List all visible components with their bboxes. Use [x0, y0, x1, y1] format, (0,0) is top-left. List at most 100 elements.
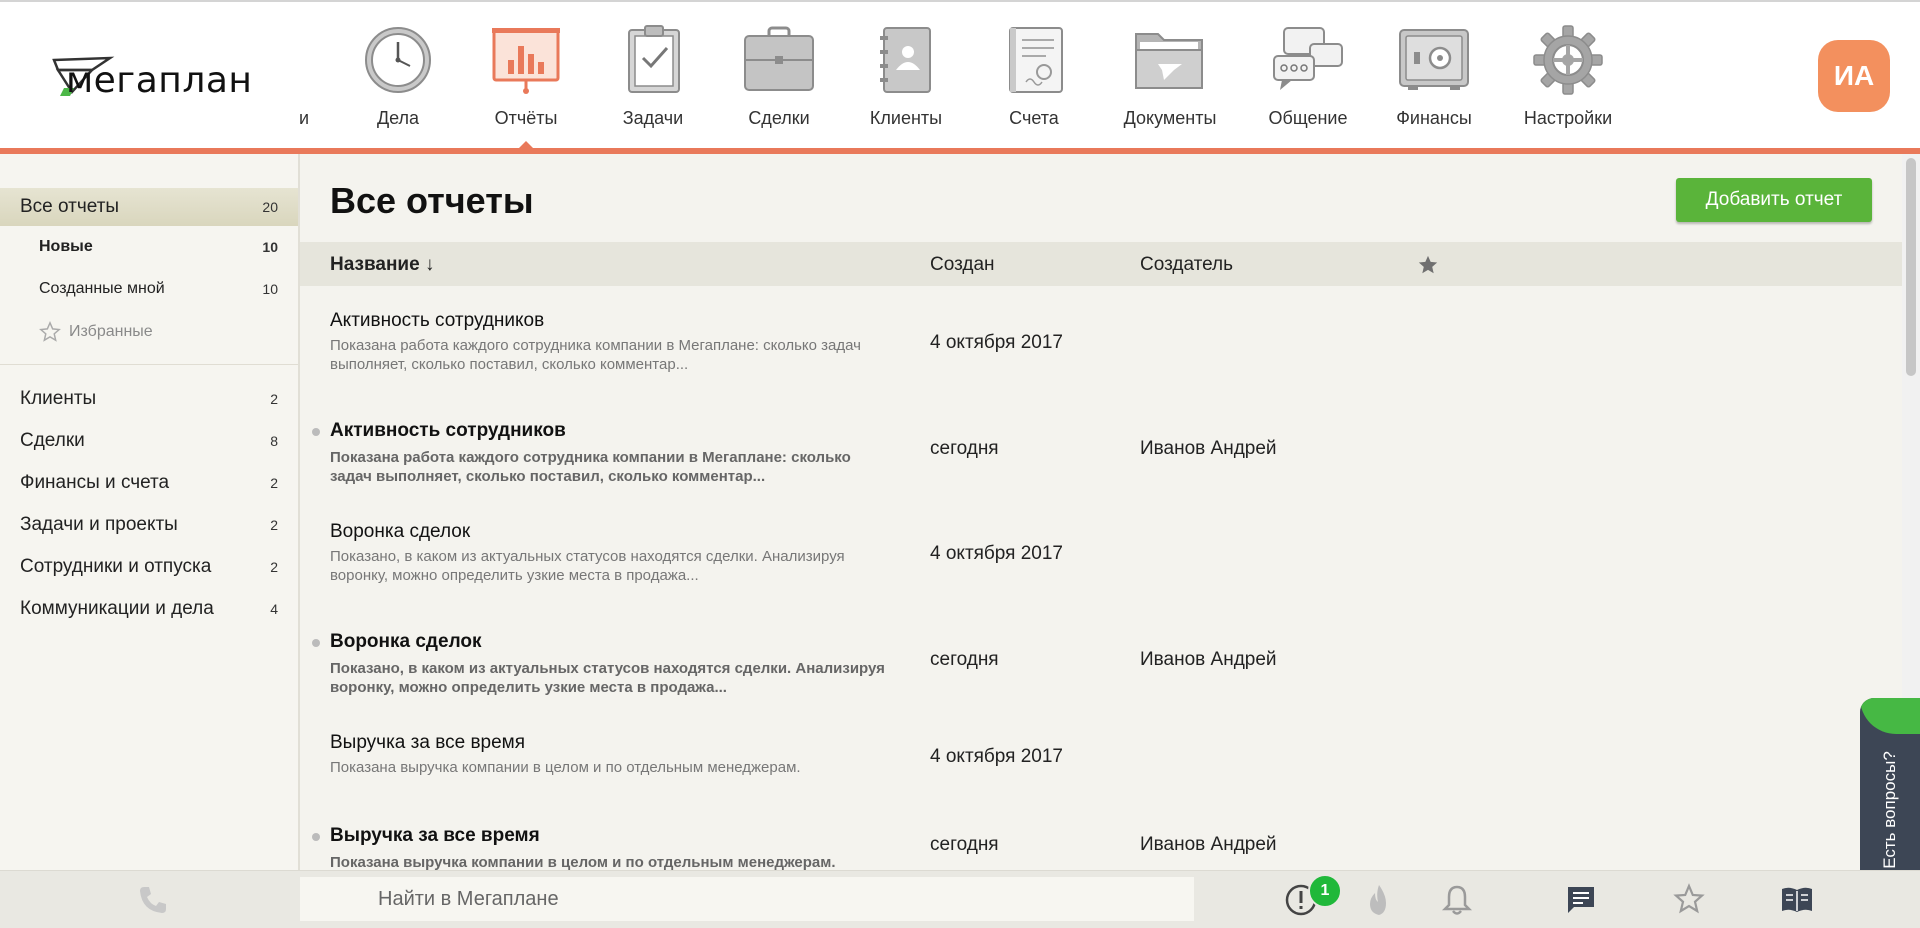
report-created-date: 4 октября 2017: [930, 746, 1063, 767]
report-created-date: 4 октября 2017: [930, 543, 1063, 564]
sidebar-item-count: 20: [262, 199, 278, 215]
report-description: Показана работа каждого сотрудника компа…: [330, 449, 851, 485]
sidebar-item-count: 2: [270, 391, 278, 407]
chat-bubbles-icon: [1273, 27, 1343, 90]
knowledge-book-icon[interactable]: [1780, 883, 1814, 917]
report-creator: Иванов Андрей: [1140, 649, 1277, 670]
table-row[interactable]: Воронка сделок Показано, в каком из акту…: [300, 631, 1902, 731]
report-creator: Иванов Андрей: [1140, 438, 1277, 459]
help-tab[interactable]: Есть вопросы?: [1860, 698, 1920, 886]
new-indicator-dot: [312, 833, 320, 841]
logo-text: мегаплан: [66, 60, 253, 101]
report-name[interactable]: Активность сотрудников: [330, 420, 566, 442]
bottom-bar: [0, 870, 1920, 928]
column-header-created[interactable]: Создан: [930, 254, 995, 276]
star-outline-icon: [39, 321, 61, 342]
favorites-star-icon[interactable]: [1672, 883, 1706, 917]
table-row[interactable]: Выручка за все время Показана выручка ко…: [300, 732, 1902, 812]
table-row[interactable]: Активность сотрудников Показана работа к…: [300, 310, 1902, 410]
nav-label: Финансы: [1396, 108, 1472, 128]
report-description: Показана работа каждого сотрудника компа…: [330, 337, 861, 373]
nav-item-deals[interactable]: Сделки: [719, 24, 839, 134]
sidebar-item-count: 4: [270, 601, 278, 617]
help-tab-label: Есть вопросы?: [1880, 751, 1899, 869]
nav-label: Общение: [1268, 108, 1348, 128]
report-description: Показана выручка компании в целом и по о…: [330, 759, 801, 776]
sidebar-item-label: Финансы и счета: [20, 472, 170, 493]
alerts-count-badge: 1: [1308, 874, 1342, 908]
sidebar-item-finance-invoices[interactable]: Финансы и счета 2: [0, 463, 298, 503]
table-row[interactable]: Выручка за все время Показана выручка ко…: [300, 825, 1902, 870]
nav-label: Документы: [1123, 108, 1217, 128]
sidebar-item-employees-vacations[interactable]: Сотрудники и отпуска 2: [0, 547, 298, 587]
folder-icon: [1135, 33, 1203, 89]
report-name[interactable]: Выручка за все время: [330, 825, 540, 847]
top-navigation: мегаплан и Дела Отчёты Задачи Сделки Кли…: [0, 0, 1920, 148]
sidebar-item-count: 2: [270, 475, 278, 491]
sidebar-item-communications[interactable]: Коммуникации и дела 4: [0, 589, 298, 629]
nav-item-invoices[interactable]: Счета: [974, 24, 1094, 134]
active-nav-caret-icon: [518, 141, 534, 149]
nav-item-tasks-deals[interactable]: Дела: [338, 24, 458, 134]
briefcase-icon: [744, 26, 814, 91]
table-row[interactable]: Воронка сделок Показано, в каком из акту…: [300, 521, 1902, 621]
nav-item-communication[interactable]: Общение: [1248, 24, 1368, 134]
sidebar-item-deals[interactable]: Сделки 8: [0, 421, 298, 461]
sidebar-item-count: 10: [262, 281, 278, 297]
clipboard-check-icon: [628, 25, 680, 93]
help-leaf-icon: [1860, 698, 1920, 734]
sidebar-item-label: Все отчеты: [20, 196, 120, 217]
nav-item-tasks[interactable]: Задачи: [593, 24, 713, 134]
sidebar-item-tasks-projects[interactable]: Задачи и проекты 2: [0, 505, 298, 545]
contacts-book-icon: [880, 27, 931, 93]
flame-icon[interactable]: [1362, 883, 1396, 917]
report-created-date: сегодня: [930, 438, 999, 459]
sidebar-item-count: 10: [262, 239, 278, 255]
sidebar-item-label: Коммуникации и дела: [20, 598, 214, 619]
sidebar-divider: [0, 364, 298, 365]
messages-icon[interactable]: [1564, 883, 1598, 917]
report-creator: Иванов Андрей: [1140, 834, 1277, 855]
new-indicator-dot: [312, 639, 320, 647]
phone-icon[interactable]: [136, 883, 170, 917]
report-created-date: 4 октября 2017: [930, 332, 1063, 353]
report-description: Показано, в каком из актуальных статусов…: [330, 548, 845, 584]
sidebar-item-count: 2: [270, 517, 278, 533]
column-header-name[interactable]: Название ↓: [330, 254, 434, 276]
add-report-button[interactable]: Добавить отчет: [1676, 178, 1872, 222]
nav-label: Счета: [1009, 108, 1059, 128]
page-title: Все отчеты: [330, 180, 534, 221]
gear-icon: [1533, 25, 1603, 95]
nav-item-documents[interactable]: Документы: [1110, 24, 1230, 134]
nav-item-settings[interactable]: Настройки: [1508, 24, 1628, 134]
nav-item-reports[interactable]: Отчёты: [466, 24, 586, 134]
bell-icon[interactable]: [1440, 883, 1474, 917]
sidebar-item-new[interactable]: Новые 10: [0, 228, 298, 266]
main-scrollbar-thumb[interactable]: [1906, 158, 1916, 376]
nav-label: Настройки: [1523, 108, 1613, 128]
search-input[interactable]: [300, 877, 1194, 921]
report-name[interactable]: Активность сотрудников: [330, 310, 544, 332]
report-created-date: сегодня: [930, 649, 999, 670]
sidebar-item-created-by-me[interactable]: Созданные мной 10: [0, 270, 298, 308]
clock-icon: [365, 27, 431, 93]
table-row[interactable]: Активность сотрудников Показана работа к…: [300, 420, 1902, 520]
report-name[interactable]: Выручка за все время: [330, 732, 525, 754]
table-header: Название ↓ Создан Создатель: [300, 242, 1902, 286]
column-header-creator[interactable]: Создатель: [1140, 254, 1233, 276]
nav-item-truncated[interactable]: и: [299, 108, 309, 129]
favorite-column-star-icon[interactable]: [1417, 254, 1439, 276]
sidebar-item-favorites[interactable]: Избранные: [0, 313, 298, 351]
nav-item-finance[interactable]: Финансы: [1374, 24, 1494, 134]
sidebar-item-label: Сделки: [20, 430, 85, 451]
user-avatar[interactable]: ИА: [1818, 40, 1890, 112]
sidebar-item-clients[interactable]: Клиенты 2: [0, 379, 298, 419]
nav-label: Дела: [376, 108, 420, 128]
nav-item-clients[interactable]: Клиенты: [846, 24, 966, 134]
nav-label: Сделки: [748, 108, 810, 128]
report-name[interactable]: Воронка сделок: [330, 631, 482, 653]
sidebar-item-all-reports[interactable]: Все отчеты 20: [0, 188, 298, 226]
sidebar-item-count: 8: [270, 433, 278, 449]
sidebar-item-label: Созданные мной: [39, 280, 165, 297]
report-name[interactable]: Воронка сделок: [330, 521, 470, 543]
